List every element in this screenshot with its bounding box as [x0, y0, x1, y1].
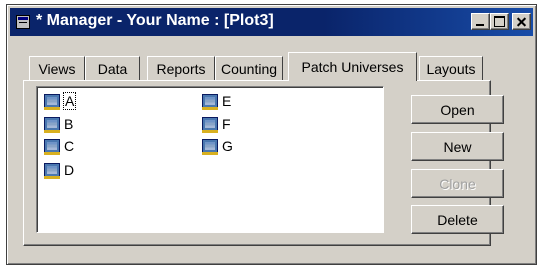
- tab-layouts[interactable]: Layouts: [419, 56, 483, 80]
- patch-universe-grid-icon: [44, 116, 60, 133]
- patch-universe-grid-icon: [202, 93, 218, 110]
- list-item-label: F: [222, 115, 231, 132]
- minimize-button[interactable]: [471, 13, 490, 30]
- list-item[interactable]: F: [202, 114, 232, 133]
- patch-universe-grid-icon: [44, 138, 60, 155]
- patch-universe-grid-icon: [44, 162, 60, 179]
- tab-patch-universes[interactable]: Patch Universes: [288, 52, 417, 81]
- delete-button[interactable]: Delete: [411, 205, 504, 234]
- list-item[interactable]: G: [202, 136, 234, 155]
- open-button[interactable]: Open: [411, 95, 504, 124]
- patch-universe-grid-icon: [44, 93, 60, 110]
- clone-button: Clone: [411, 169, 504, 198]
- patch-universe-grid-icon: [202, 116, 218, 133]
- new-button[interactable]: New: [411, 132, 504, 161]
- list-item[interactable]: D: [44, 160, 75, 179]
- list-item[interactable]: E: [202, 91, 232, 110]
- list-item-label: C: [64, 137, 75, 154]
- tab-counting[interactable]: Counting: [215, 56, 283, 80]
- tab-reports[interactable]: Reports: [147, 56, 215, 80]
- tab-views[interactable]: Views: [29, 56, 85, 80]
- list-item[interactable]: A: [44, 91, 77, 110]
- list-item[interactable]: C: [44, 136, 75, 155]
- maximize-button[interactable]: [490, 13, 509, 30]
- list-item-label: B: [64, 115, 74, 132]
- window-title: * Manager - Your Name : [Plot3]: [36, 12, 274, 29]
- title-bar[interactable]: * Manager - Your Name : [Plot3]: [10, 8, 533, 36]
- close-button[interactable]: [512, 13, 531, 30]
- tab-data[interactable]: Data: [85, 56, 140, 80]
- list-item[interactable]: B: [44, 114, 74, 133]
- list-item-label: E: [222, 92, 232, 109]
- patch-universe-list[interactable]: A B C D E F G: [36, 86, 384, 233]
- list-item-label: G: [222, 137, 233, 154]
- list-item-label: D: [64, 161, 75, 178]
- patch-universe-grid-icon: [202, 138, 218, 155]
- manager-window-icon[interactable]: [16, 15, 30, 29]
- list-item-label: A: [63, 91, 77, 110]
